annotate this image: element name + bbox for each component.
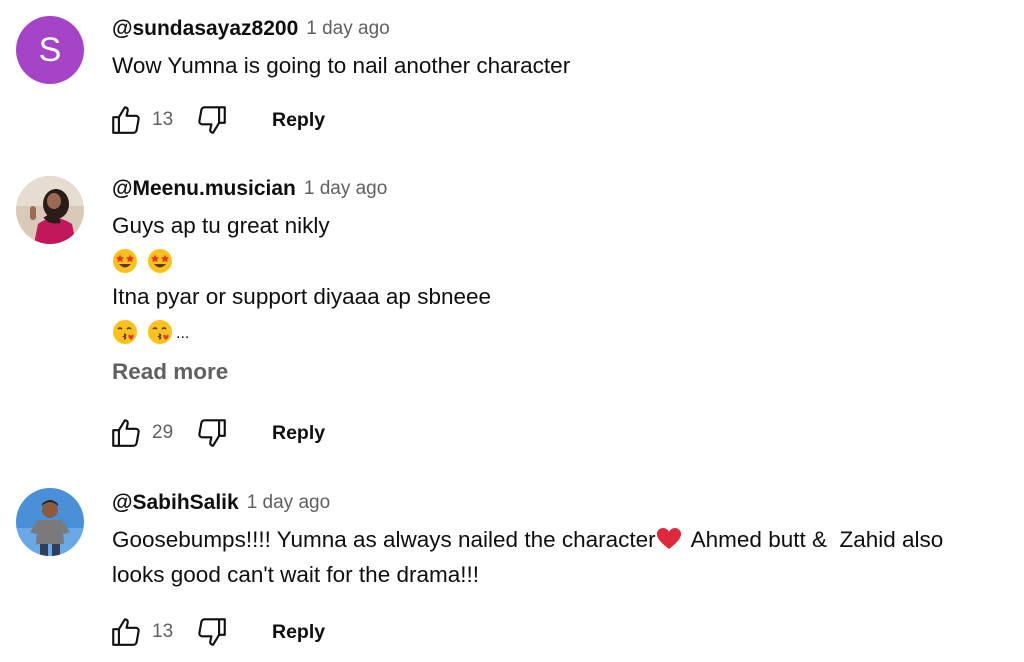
comment-time[interactable]: 1 day ago	[247, 492, 330, 514]
reply-button[interactable]: Reply	[272, 109, 325, 132]
comment-actions: 13 Reply	[108, 100, 325, 140]
comment-actions: 13 Reply	[108, 612, 325, 652]
comment-actions: 29 Reply	[108, 413, 325, 453]
comment-time[interactable]: 1 day ago	[304, 178, 387, 200]
dislike-button[interactable]	[194, 415, 230, 451]
avatar[interactable]: S	[16, 16, 84, 84]
comment-header: @SabihSalik 1 day ago	[112, 488, 1014, 518]
truncation-ellipsis: ...	[176, 325, 190, 342]
thumbs-up-icon	[112, 419, 140, 447]
thumbs-down-icon	[198, 618, 226, 646]
thumbs-down-icon	[198, 419, 226, 447]
avatar-photo	[16, 176, 84, 244]
kissing-face-emoji	[147, 319, 173, 345]
comment-text: Goosebumps!!!! Yumna as always nailed th…	[112, 522, 1014, 557]
reply-button[interactable]: Reply	[272, 422, 325, 445]
comment-item: @Meenu.musician 1 day ago Guys ap tu gre…	[0, 160, 1024, 460]
thumbs-down-icon	[198, 106, 226, 134]
like-count: 13	[152, 109, 174, 130]
like-count: 13	[152, 621, 174, 642]
comment-text: looks good can't wait for the drama!!!	[112, 562, 479, 587]
like-button[interactable]	[108, 614, 144, 650]
dislike-button[interactable]	[194, 614, 230, 650]
avatar-photo	[16, 488, 84, 556]
thumbs-up-icon	[112, 106, 140, 134]
avatar[interactable]	[16, 488, 84, 556]
author-name[interactable]: @SabihSalik	[112, 491, 239, 515]
comment-text: Itna pyar or support diyaaa ap sbneee	[112, 284, 492, 309]
comment-text: Wow Yumna is going to nail another chara…	[112, 53, 571, 78]
author-name[interactable]: @sundasayaz8200	[112, 17, 298, 41]
read-more-button[interactable]: Read more	[112, 352, 1014, 392]
dislike-button[interactable]	[194, 102, 230, 138]
kissing-face-emoji	[112, 319, 138, 345]
like-button[interactable]	[108, 415, 144, 451]
emoji-row: ...	[112, 314, 1014, 350]
comment-text-part: Ahmed butt & Zahid also	[685, 527, 944, 552]
like-count: 29	[152, 422, 174, 443]
avatar[interactable]	[16, 176, 84, 244]
comment-item: @SabihSalik 1 day ago Goosebumps!!!! Yum…	[0, 474, 1024, 662]
comment-header: @sundasayaz8200 1 day ago	[112, 14, 1014, 44]
comment-time[interactable]: 1 day ago	[306, 18, 389, 40]
author-name[interactable]: @Meenu.musician	[112, 177, 296, 201]
emoji-row	[112, 243, 1014, 279]
like-button[interactable]	[108, 102, 144, 138]
comment-text-part: Goosebumps!!!! Yumna as always nailed th…	[112, 527, 656, 552]
reply-button[interactable]: Reply	[272, 621, 325, 644]
star-struck-emoji	[112, 248, 138, 274]
comment-header: @Meenu.musician 1 day ago	[112, 174, 1014, 204]
comment-text: Guys ap tu great nikly	[112, 213, 330, 238]
star-struck-emoji	[147, 248, 173, 274]
comment-item: S @sundasayaz8200 1 day ago Wow Yumna is…	[0, 0, 1024, 150]
thumbs-up-icon	[112, 618, 140, 646]
red-heart-emoji	[656, 526, 682, 552]
